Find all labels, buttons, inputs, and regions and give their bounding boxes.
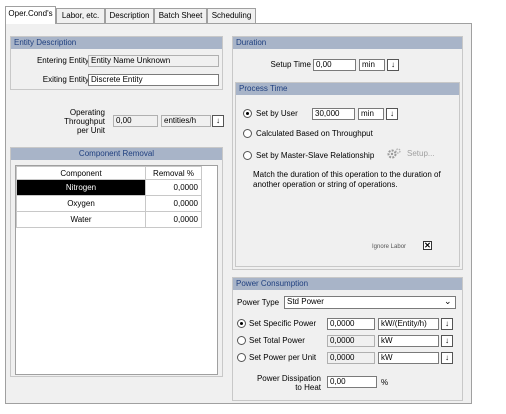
power-per-unit-label: Set Power per Unit <box>249 353 317 362</box>
power-type-label: Power Type <box>237 298 280 307</box>
master-slave-radio[interactable] <box>243 151 252 160</box>
component-name: Oxygen <box>16 195 146 212</box>
table-row[interactable]: Water 0,0000 <box>16 211 202 228</box>
exiting-entity-field[interactable]: Discrete Entity <box>88 74 219 86</box>
power-dissipation-field[interactable]: 0,00 <box>327 376 377 388</box>
component-table: Component Removal % Nitrogen 0,0000 Oxyg… <box>16 166 202 228</box>
power-dissipation-label-2: to Heat <box>295 383 321 392</box>
col-removal-header: Removal % <box>145 166 202 180</box>
chevron-down-icon[interactable]: ⌄ <box>444 296 452 306</box>
master-slave-description: Match the duration of this operation to … <box>253 170 441 189</box>
entity-description-group: Entity Description Entering Entity Entit… <box>10 36 223 90</box>
total-power-label: Set Total Power <box>249 336 305 345</box>
removal-value[interactable]: 0,0000 <box>145 211 202 228</box>
total-power-unit-dropdown[interactable]: ↓ <box>441 335 453 347</box>
setup-time-field[interactable]: 0,00 <box>313 59 356 71</box>
setup-time-unit[interactable]: min <box>359 59 385 71</box>
setup-time-unit-dropdown[interactable]: ↓ <box>387 59 399 71</box>
setup-time-label: Setup Time <box>270 60 311 69</box>
exiting-entity-label: Exiting Entity <box>42 75 89 84</box>
setup-button-label: Setup... <box>407 149 435 158</box>
tab-oper-conds[interactable]: Oper.Cond's <box>5 6 56 24</box>
tab-labor[interactable]: Labor, etc. <box>56 8 105 23</box>
entering-entity-field: Entity Name Unknown <box>88 55 219 67</box>
process-time-unit-dropdown[interactable]: ↓ <box>386 108 398 120</box>
calc-throughput-label: Calculated Based on Throughput <box>256 129 373 138</box>
ignore-labor-checkbox[interactable]: ✕ <box>423 241 432 250</box>
component-name: Nitrogen <box>16 179 146 196</box>
total-power-unit[interactable]: kW <box>378 335 439 347</box>
tab-description[interactable]: Description <box>105 8 154 23</box>
throughput-label-3: per Unit <box>76 126 105 135</box>
calc-throughput-radio[interactable] <box>243 129 252 138</box>
specific-power-label: Set Specific Power <box>249 319 317 328</box>
power-per-unit-radio[interactable] <box>237 353 246 362</box>
entering-entity-label: Entering Entity <box>36 56 89 65</box>
throughput-unit: entities/h <box>161 115 211 127</box>
removal-value[interactable]: 0,0000 <box>145 179 202 196</box>
table-header-row: Component Removal % <box>16 166 202 180</box>
setup-button[interactable]: Setup... <box>386 146 442 162</box>
tab-scheduling[interactable]: Scheduling <box>207 8 256 23</box>
master-slave-label: Set by Master-Slave Relationship <box>256 151 375 160</box>
specific-power-field[interactable]: 0,0000 <box>327 318 375 330</box>
entity-description-title: Entity Description <box>11 37 222 49</box>
process-time-title: Process Time <box>236 83 459 95</box>
total-power-radio[interactable] <box>237 336 246 345</box>
tab-batch-sheet[interactable]: Batch Sheet <box>154 8 207 23</box>
power-per-unit-field: 0,0000 <box>327 352 375 364</box>
col-component-header: Component <box>16 166 146 180</box>
ignore-labor-label: Ignore Labor <box>372 244 407 250</box>
process-time-unit[interactable]: min <box>358 108 384 120</box>
power-consumption-title: Power Consumption <box>233 278 462 290</box>
process-time-group: Process Time Set by User 30,000 min ↓ Ca… <box>235 82 460 267</box>
component-table-frame: Component Removal % Nitrogen 0,0000 Oxyg… <box>15 165 218 375</box>
power-consumption-group: Power Consumption Power Type Std Power ⌄… <box>232 277 463 401</box>
set-by-user-label: Set by User <box>256 109 298 118</box>
process-time-field[interactable]: 30,000 <box>312 108 355 120</box>
component-removal-title: Component Removal <box>11 148 222 160</box>
removal-value[interactable]: 0,0000 <box>145 195 202 212</box>
power-type-select[interactable]: Std Power <box>284 296 456 309</box>
specific-power-unit-dropdown[interactable]: ↓ <box>441 318 453 330</box>
duration-group: Duration Setup Time 0,00 min ↓ Process T… <box>232 36 463 270</box>
table-row[interactable]: Nitrogen 0,0000 <box>16 179 202 196</box>
component-removal-group: Component Removal Component Removal % Ni… <box>10 147 223 377</box>
component-name: Water <box>16 211 146 228</box>
power-per-unit-unit-dropdown[interactable]: ↓ <box>441 352 453 364</box>
duration-title: Duration <box>233 37 462 49</box>
specific-power-unit[interactable]: kW/(Entity/h) <box>378 318 439 330</box>
throughput-field: 0,00 <box>113 115 158 127</box>
set-by-user-radio[interactable] <box>243 109 252 118</box>
power-dissipation-unit: % <box>381 378 389 387</box>
power-per-unit-unit[interactable]: kW <box>378 352 439 364</box>
table-row[interactable]: Oxygen 0,0000 <box>16 195 202 212</box>
gear-icon <box>387 148 401 159</box>
total-power-field: 0,0000 <box>327 335 375 347</box>
specific-power-radio[interactable] <box>237 319 246 328</box>
throughput-unit-dropdown[interactable]: ↓ <box>212 115 224 127</box>
